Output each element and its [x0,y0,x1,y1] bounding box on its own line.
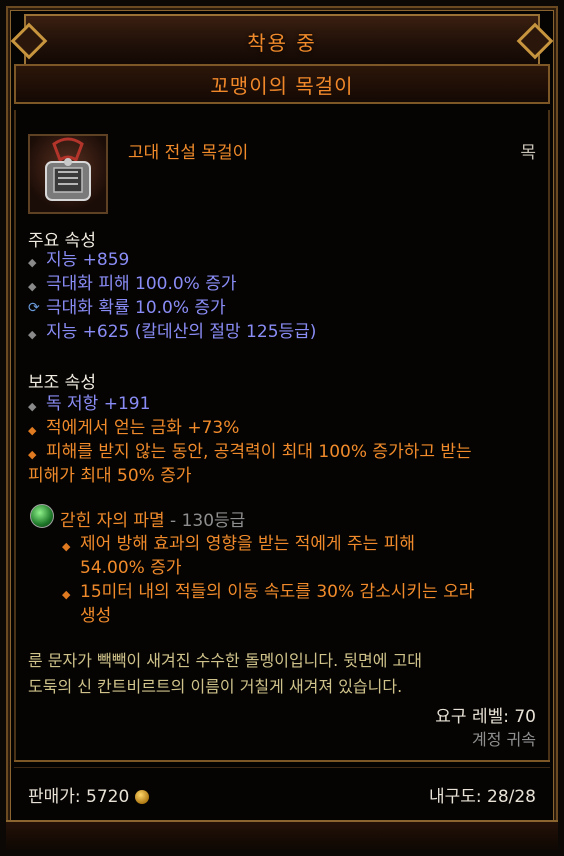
gem-effect-continued: 생성 [80,606,112,626]
gem-icon [30,504,54,528]
secondary-stat: ◆ 독 저항 +191 [28,392,150,419]
gem-name: 갇힌 자의 파멸 [60,511,165,531]
diamond-bullet-icon: ◆ [28,256,37,269]
flavor-text: 룬 문자가 빽빽이 새겨진 수수한 돌멩이입니다. 뒷면에 고대 도둑의 신 칸… [28,651,422,696]
diamond-bullet-icon: ◆ [62,540,71,553]
primary-stat: ◆ 지능 +625 (칼데산의 절망 125등급) [28,320,316,347]
primary-stat: ⟳ 극대화 확률 10.0% 증가 [28,298,226,318]
required-level: 요구 레벨: 70 [435,707,536,727]
diamond-bullet-icon: ◆ [28,400,37,413]
primary-stat: ◆ 지능 +859 [28,248,129,275]
equipped-label: 착용 중 [247,30,317,55]
sell-price: 판매가: 5720 [28,782,150,807]
gem-name-line: 갇힌 자의 파멸 - 130등급 [60,506,245,531]
reroll-icon: ⟳ [28,300,40,316]
secondary-stat: ◆ 적에게서 얻는 금화 +73% [28,416,239,443]
gem-rank: - 130등급 [164,511,246,531]
secondary-stat-continued: 피해가 최대 50% 증가 [28,466,192,486]
footer-divider [14,760,550,768]
diamond-bullet-icon: ◆ [28,280,37,293]
equipped-header: 착용 중 [24,14,540,68]
item-slot-label: 목 [520,143,536,163]
item-name-header: 꼬맹이의 목걸이 [14,64,550,104]
gem-effect: ◆ 제어 방해 효과의 영향을 받는 적에게 주는 피해 [62,532,415,559]
diamond-bullet-icon: ◆ [28,448,37,461]
diamond-bullet-icon: ◆ [28,424,37,437]
item-type-label: 고대 전설 목걸이 [128,143,249,163]
gold-coin-icon [135,789,150,804]
account-bound-label: 계정 귀속 [472,730,536,749]
bottom-frame-bar [6,820,558,850]
secondary-stat: ◆ 피해를 받지 않는 동안, 공격력이 최대 100% 증가하고 받는 [28,440,472,467]
diamond-bullet-icon: ◆ [62,588,71,601]
diamond-bullet-icon: ◆ [28,328,37,341]
item-name: 꼬맹이의 목걸이 [210,73,354,98]
secondary-attributes-heading: 보조 속성 [28,373,96,393]
gem-effect-continued: 54.00% 증가 [80,558,182,578]
tooltip-footer: 판매가: 5720 내구도: 28/28 [14,770,550,818]
amulet-icon [28,134,108,214]
primary-stat: ◆ 극대화 피해 100.0% 증가 [28,272,237,299]
gem-effect: ◆ 15미터 내의 적들의 이동 속도를 30% 감소시키는 오라 [62,580,474,607]
durability: 내구도: 28/28 [428,786,536,807]
